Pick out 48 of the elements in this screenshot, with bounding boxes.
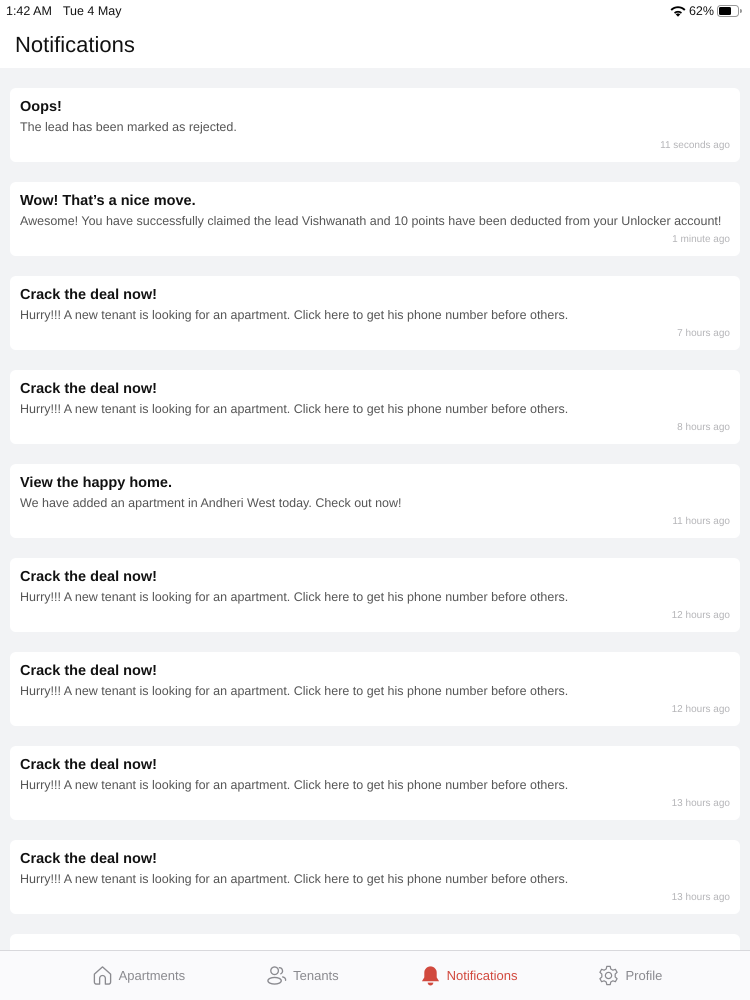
- notification-message: We have added an apartment in Andheri West today. Check out now!: [20, 495, 402, 511]
- notification-time: 8 hours ago: [676, 421, 730, 435]
- notification-card[interactable]: Crack the deal now! Hurry!!! A new tenant is looking for an apartment. Click here to get his phone number before others. 8 hours ago: [10, 370, 740, 444]
- notification-title: Crack the deal now!: [20, 662, 158, 680]
- settings-icon: [598, 965, 620, 986]
- notification-title: Crack the deal now!: [20, 380, 158, 398]
- notification-card[interactable]: View the happy home. We have added an apartment in Andheri West today. Check out now! 11 hours ago: [10, 464, 740, 538]
- notification-card[interactable]: Wow! That’s a nice move. Awesome! You have successfully claimed the lead Vishwanath and 10 points have been deducted from your Unlocker account! 1 minute ago: [10, 182, 740, 256]
- status-date: Tue 4 May: [62, 4, 122, 18]
- notification-message: Hurry!!! A new tenant is looking for an apartment. Click here to get his phone number before others.: [20, 307, 570, 323]
- notification-card[interactable]: Crack the deal now! Hurry!!! A new tenant is looking for an apartment. Click here to get his phone number before others. 7 hours ago: [10, 276, 740, 350]
- people-icon: [266, 965, 288, 986]
- notification-title: Oops!: [20, 98, 63, 116]
- notification-title: Crack the deal now!: [20, 756, 158, 774]
- notification-card[interactable]: Oops! The lead has been marked as rejected. 11 seconds ago: [10, 88, 740, 162]
- notification-card[interactable]: Crack the deal now! Hurry!!! A new tenant is looking for an apartment. Click here to get his phone number before others. 13 hours ago: [10, 746, 740, 820]
- notification-title: Crack the deal now!: [20, 850, 158, 868]
- notification-time: 11 hours ago: [671, 515, 730, 529]
- notification-time: 13 hours ago: [670, 797, 730, 811]
- notification-message: Hurry!!! A new tenant is looking for an apartment. Click here to get his phone number before others.: [20, 401, 570, 417]
- notification-time: 7 hours ago: [676, 327, 730, 341]
- house-icon: [92, 965, 113, 986]
- notification-message: Hurry!!! A new tenant is looking for an apartment. Click here to get his phone number before others.: [20, 683, 570, 699]
- bell-icon: [420, 965, 441, 986]
- notification-message: Hurry!!! A new tenant is looking for an apartment. Click here to get his phone number before others.: [20, 871, 570, 887]
- page-title: Notifications: [15, 32, 135, 58]
- notification-card[interactable]: Crack the deal now! Hurry!!! A new tenant is looking for an apartment. Click here to get his phone number before others. 12 hours ago: [10, 558, 740, 632]
- notification-time: 12 hours ago: [670, 609, 730, 623]
- notification-title: Wow! That’s a nice move.: [20, 192, 197, 210]
- notification-time: 12 hours ago: [670, 703, 730, 717]
- notification-card[interactable]: Crack the deal now! Hurry!!! A new tenant is looking for an apartment. Click here to get his phone number before others. 12 hours ago: [10, 652, 740, 726]
- notification-title: Crack the deal now!: [20, 286, 158, 304]
- notification-card[interactable]: [10, 934, 740, 950]
- notification-message: The lead has been marked as rejected.: [20, 119, 238, 135]
- tab-item[interactable]: Notifications: [420, 965, 518, 986]
- notification-time: 1 minute ago: [671, 233, 730, 247]
- notification-time: 13 hours ago: [670, 891, 730, 905]
- notification-title: View the happy home.: [20, 474, 174, 492]
- notification-message: Hurry!!! A new tenant is looking for an apartment. Click here to get his phone number before others.: [20, 777, 570, 793]
- notification-message: Hurry!!! A new tenant is looking for an apartment. Click here to get his phone number before others.: [20, 589, 570, 605]
- notification-time: 11 seconds ago: [659, 139, 730, 153]
- status-time: 1:42 AM: [6, 4, 52, 18]
- battery-icon: [717, 5, 742, 17]
- notification-message: Awesome! You have successfully claimed the lead Vishwanath and 10 points have been deducted from your Unlocker account!: [20, 213, 722, 229]
- notification-title: Crack the deal now!: [20, 568, 158, 586]
- notification-card[interactable]: Crack the deal now! Hurry!!! A new tenant is looking for an apartment. Click here to get his phone number before others. 13 hours ago: [10, 840, 740, 914]
- battery-percentage: 62%: [688, 4, 714, 18]
- wifi-icon: [670, 5, 686, 17]
